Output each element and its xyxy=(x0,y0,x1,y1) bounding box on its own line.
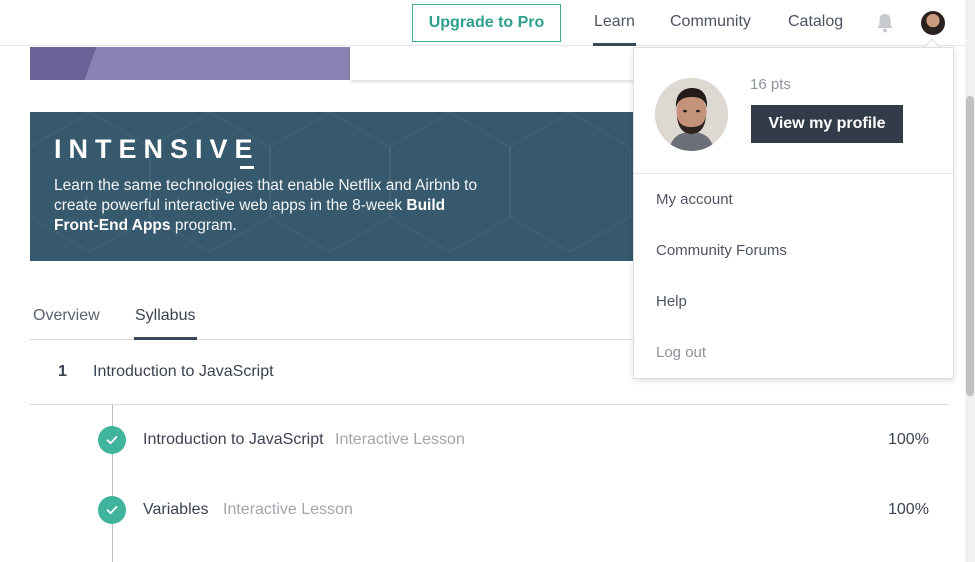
module-title[interactable]: Introduction to JavaScript xyxy=(93,363,274,381)
dropdown-divider xyxy=(634,173,953,174)
banner-text-end: program. xyxy=(170,217,237,234)
lesson-complete-check-icon xyxy=(98,426,126,454)
active-tab-indicator xyxy=(134,337,197,340)
banner-description: Learn the same technologies that enable … xyxy=(54,176,494,236)
active-nav-indicator xyxy=(593,43,636,46)
profile-portrait-image xyxy=(655,78,728,151)
lesson-type: Interactive Lesson xyxy=(223,501,353,518)
scrollbar-thumb[interactable] xyxy=(966,96,974,396)
lesson-progress: 100% xyxy=(888,501,929,518)
menu-item-log-out[interactable]: Log out xyxy=(656,344,706,361)
tab-overview[interactable]: Overview xyxy=(33,307,100,325)
nav-link-catalog[interactable]: Catalog xyxy=(788,13,843,31)
lesson-complete-check-icon xyxy=(98,496,126,524)
menu-item-community-forums[interactable]: Community Forums xyxy=(656,242,787,259)
course-hero-card xyxy=(350,47,640,80)
menu-item-my-account[interactable]: My account xyxy=(656,191,733,208)
lesson-name[interactable]: Introduction to JavaScript xyxy=(143,431,324,449)
module-divider xyxy=(30,404,949,405)
user-avatar[interactable] xyxy=(921,11,945,35)
checkmark-icon xyxy=(106,505,118,515)
bell-icon[interactable] xyxy=(876,13,894,33)
banner-title-underline xyxy=(240,166,254,169)
course-hero-image xyxy=(30,47,350,80)
page-scrollbar[interactable] xyxy=(965,0,975,562)
module-number: 1 xyxy=(58,363,67,380)
tab-syllabus[interactable]: Syllabus xyxy=(135,307,195,325)
nav-link-community[interactable]: Community xyxy=(670,13,751,31)
top-navigation: Upgrade to Pro Learn Community Catalog xyxy=(0,0,965,46)
nav-link-learn[interactable]: Learn xyxy=(594,13,635,31)
lesson-type: Interactive Lesson xyxy=(335,431,465,448)
checkmark-icon xyxy=(106,435,118,445)
banner-title: INTENSIVE xyxy=(54,134,260,164)
view-profile-button[interactable]: View my profile xyxy=(751,105,903,143)
intensive-banner[interactable]: INTENSIVE Learn the same technologies th… xyxy=(30,112,635,261)
profile-photo[interactable] xyxy=(655,78,728,151)
user-points: 16 pts xyxy=(750,76,791,93)
lesson-progress: 100% xyxy=(888,431,929,448)
lesson-name[interactable]: Variables xyxy=(143,501,209,519)
menu-item-help[interactable]: Help xyxy=(656,293,687,310)
upgrade-to-pro-button[interactable]: Upgrade to Pro xyxy=(412,4,561,42)
profile-dropdown: 16 pts View my profile My account Commun… xyxy=(633,47,954,379)
